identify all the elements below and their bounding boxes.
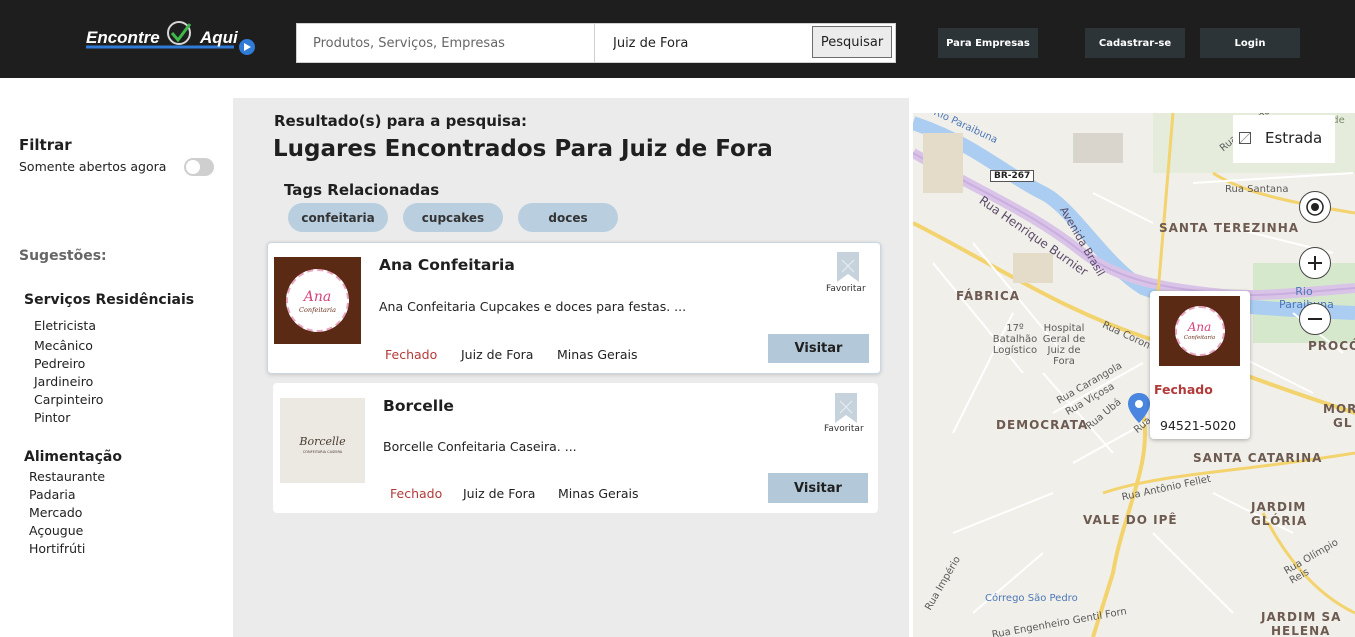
business-description: Ana Confeitaria Cupcakes e doces para fe…: [379, 299, 687, 314]
map-view[interactable]: Rio Paraibuna BR-267 Rua Henrique Burnie…: [913, 113, 1355, 637]
toggle-knob: [186, 160, 200, 174]
map-neighborhood-label: VALE DO IPÊ: [1083, 513, 1178, 527]
suggestion-electrician[interactable]: Eletricista: [34, 318, 96, 333]
map-layer-icon: [1239, 132, 1251, 144]
login-button[interactable]: Login: [1200, 28, 1300, 58]
business-city: Juiz de Fora: [461, 347, 534, 362]
map-neighborhood-label: MOR: [1323, 402, 1355, 416]
tag-confeitaria[interactable]: confeitaria: [288, 203, 388, 232]
map-neighborhood-label: PROCÓ: [1308, 339, 1355, 353]
group-title-residential: Serviços Residênciais: [24, 292, 195, 308]
open-now-toggle[interactable]: [184, 158, 214, 176]
for-businesses-button[interactable]: Para Empresas: [938, 28, 1038, 58]
site-logo[interactable]: Encontre Aqui: [84, 20, 259, 60]
logo-subtitle: CONFEITARIA CASEIRA: [302, 450, 343, 454]
map-poi-label: Hospital Geral de Juiz de Fora: [1042, 323, 1086, 367]
map-neighborhood-label: HELENA: [1271, 624, 1331, 637]
suggestion-gardener[interactable]: Jardineiro: [34, 374, 93, 389]
business-name[interactable]: Ana Confeitaria: [379, 256, 515, 274]
suggestion-butcher[interactable]: Açougue: [29, 523, 83, 538]
business-state: Minas Gerais: [557, 347, 638, 362]
map-layer-control[interactable]: Estrada: [1233, 115, 1335, 163]
map-neighborhood-label: DEMOCRATA: [996, 418, 1089, 432]
suggestion-carpenter[interactable]: Carpinteiro: [34, 392, 103, 407]
popup-logo-subtitle: Confeitaria: [1183, 335, 1216, 341]
popup-status: Fechado: [1154, 382, 1213, 397]
favorite-label[interactable]: Favoritar: [826, 284, 866, 294]
map-popup[interactable]: Ana Confeitaria Fechado 94521-5020: [1150, 291, 1250, 439]
map-highway-shield: BR-267: [990, 170, 1035, 182]
logo-name: Ana: [303, 289, 332, 305]
business-state: Minas Gerais: [558, 486, 639, 501]
map-layer-label: Estrada: [1265, 129, 1323, 147]
tag-cupcakes[interactable]: cupcakes: [403, 203, 503, 232]
zoom-out-button[interactable]: [1299, 303, 1331, 335]
suggestion-painter[interactable]: Pintor: [34, 410, 70, 425]
zoom-in-button[interactable]: [1299, 247, 1331, 279]
logo-subtitle: Confeitaria: [299, 306, 336, 314]
plus-icon: [1308, 256, 1322, 270]
popup-logo-name: Ana: [1187, 320, 1212, 334]
business-logo: Ana Confeitaria: [274, 257, 361, 344]
map-neighborhood-label: SANTA CATARINA: [1193, 451, 1323, 465]
map-poi-label: 17º Batalhão Logístico: [992, 323, 1038, 356]
minus-icon: [1308, 318, 1322, 320]
locate-me-button[interactable]: [1299, 191, 1331, 223]
search-button[interactable]: Pesquisar: [812, 26, 892, 58]
business-city: Juiz de Fora: [463, 486, 536, 501]
tags-title: Tags Relacionadas: [284, 181, 440, 199]
logo-text-encontre: Encontre: [86, 28, 160, 47]
map-street-label: Rua Santana: [1225, 184, 1289, 195]
results-subtitle: Resultado(s) para a pesquisa:: [274, 112, 528, 130]
business-logo: Borcelle CONFEITARIA CASEIRA: [280, 398, 365, 483]
visit-button[interactable]: Visitar: [768, 473, 868, 503]
status-badge: Fechado: [390, 486, 443, 501]
popup-phone: 94521-5020: [1160, 418, 1237, 433]
suggestion-mechanic[interactable]: Mecânico: [34, 338, 93, 353]
tag-doces[interactable]: doces: [518, 203, 618, 232]
popup-logo: Ana Confeitaria: [1159, 296, 1240, 366]
map-background: [913, 113, 1355, 637]
suggestion-bricklayer[interactable]: Pedreiro: [34, 356, 85, 371]
suggestion-bakery[interactable]: Padaria: [29, 487, 76, 502]
map-neighborhood-label: FÁBRICA: [956, 289, 1021, 303]
status-badge: Fechado: [385, 347, 438, 362]
business-description: Borcelle Confeitaria Caseira. ...: [383, 439, 577, 454]
favorite-label[interactable]: Favoritar: [824, 424, 864, 434]
map-neighborhood-label: GLÓRIA: [1251, 514, 1308, 528]
bookmark-icon[interactable]: [837, 252, 859, 286]
logo-text-aqui: Aqui: [200, 28, 238, 47]
logo-name: Borcelle: [299, 435, 346, 448]
suggestion-greengrocer[interactable]: Hortifrúti: [29, 541, 85, 556]
map-neighborhood-label: JARDIM SA: [1261, 610, 1342, 624]
target-icon: [1306, 198, 1324, 216]
map-neighborhood-label: JARDIM: [1251, 500, 1307, 514]
open-now-label: Somente abertos agora: [19, 159, 167, 174]
group-title-food: Alimentação: [24, 449, 122, 465]
suggestion-restaurant[interactable]: Restaurante: [29, 469, 105, 484]
search-bar: Pesquisar: [296, 23, 896, 63]
suggestions-title: Sugestões:: [19, 248, 107, 264]
map-neighborhood-label: GL: [1333, 416, 1353, 430]
map-pin-icon[interactable]: [1128, 393, 1150, 427]
visit-button[interactable]: Visitar: [768, 334, 869, 363]
bookmark-icon[interactable]: [835, 393, 857, 427]
suggestion-market[interactable]: Mercado: [29, 505, 82, 520]
signup-button[interactable]: Cadastrar-se: [1085, 28, 1185, 58]
map-neighborhood-label: SANTA TEREZINHA: [1159, 221, 1300, 235]
filter-title: Filtrar: [19, 136, 72, 154]
map-street-label: Córrego São Pedro: [985, 593, 1078, 604]
results-title: Lugares Encontrados Para Juiz de Fora: [273, 136, 773, 162]
city-input[interactable]: [597, 24, 809, 62]
business-name[interactable]: Borcelle: [383, 397, 454, 415]
search-input[interactable]: [297, 24, 595, 62]
